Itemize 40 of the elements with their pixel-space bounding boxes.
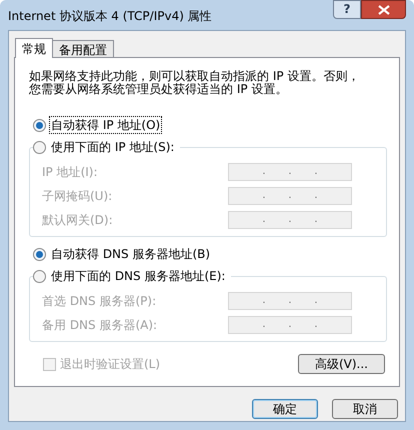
radio-button[interactable] [33, 248, 46, 260]
octet-separator: . [262, 167, 266, 177]
checkbox-label: 退出时验证设置(L) [60, 356, 160, 373]
octet-separator: . [262, 191, 266, 201]
octet-separator: . [262, 320, 266, 330]
radio-label: 使用下面的 IP 地址(S): [50, 139, 176, 156]
dialog-button[interactable]: 确定 [252, 399, 318, 419]
description-text: 如果网络支持此功能，则可以获取自动指派的 IP 设置。否则， [29, 70, 360, 83]
octet-separator: . [314, 296, 318, 306]
field-label: 子网掩码(U): [42, 188, 114, 205]
octet-separator: . [314, 320, 318, 330]
radio-button[interactable] [33, 140, 46, 154]
octet-separator: . [314, 167, 318, 177]
octet-separator: . [314, 215, 318, 225]
octet-separator: . [262, 296, 266, 306]
octet-separator: . [262, 215, 266, 225]
radio-label: 使用下面的 DNS 服务器地址(E): [50, 268, 226, 285]
field-label: 备用 DNS 服务器(A): [42, 317, 158, 334]
octet-separator: . [314, 191, 318, 201]
field-label: 默认网关(D): [42, 212, 114, 229]
radio-label: 自动获得 IP 地址(O) [49, 116, 162, 134]
field-label: IP 地址(I): [42, 164, 99, 181]
octet-separator: . [288, 215, 292, 225]
radio-label: 自动获得 DNS 服务器地址(B) [50, 246, 212, 263]
advanced-button[interactable]: 高级(V)... [298, 354, 385, 374]
close-icon [378, 4, 390, 14]
help-button[interactable]: ? [333, 0, 361, 19]
radio-button[interactable] [33, 118, 46, 132]
radio-button[interactable] [33, 270, 46, 282]
field-label: 首选 DNS 服务器(P): [42, 293, 158, 310]
tab[interactable]: 常规 [15, 38, 53, 58]
close-button[interactable] [361, 0, 406, 19]
octet-separator: . [288, 320, 292, 330]
window-title: Internet 协议版本 4 (TCP/IPv4) 属性 [8, 8, 212, 25]
octet-separator: . [288, 167, 292, 177]
dialog-button[interactable]: 取消 [332, 399, 398, 419]
octet-separator: . [288, 296, 292, 306]
octet-separator: . [288, 191, 292, 201]
tab[interactable]: 备用配置 [52, 40, 114, 57]
description-text: 您需要从网络系统管理员处获得适当的 IP 设置。 [29, 83, 288, 96]
